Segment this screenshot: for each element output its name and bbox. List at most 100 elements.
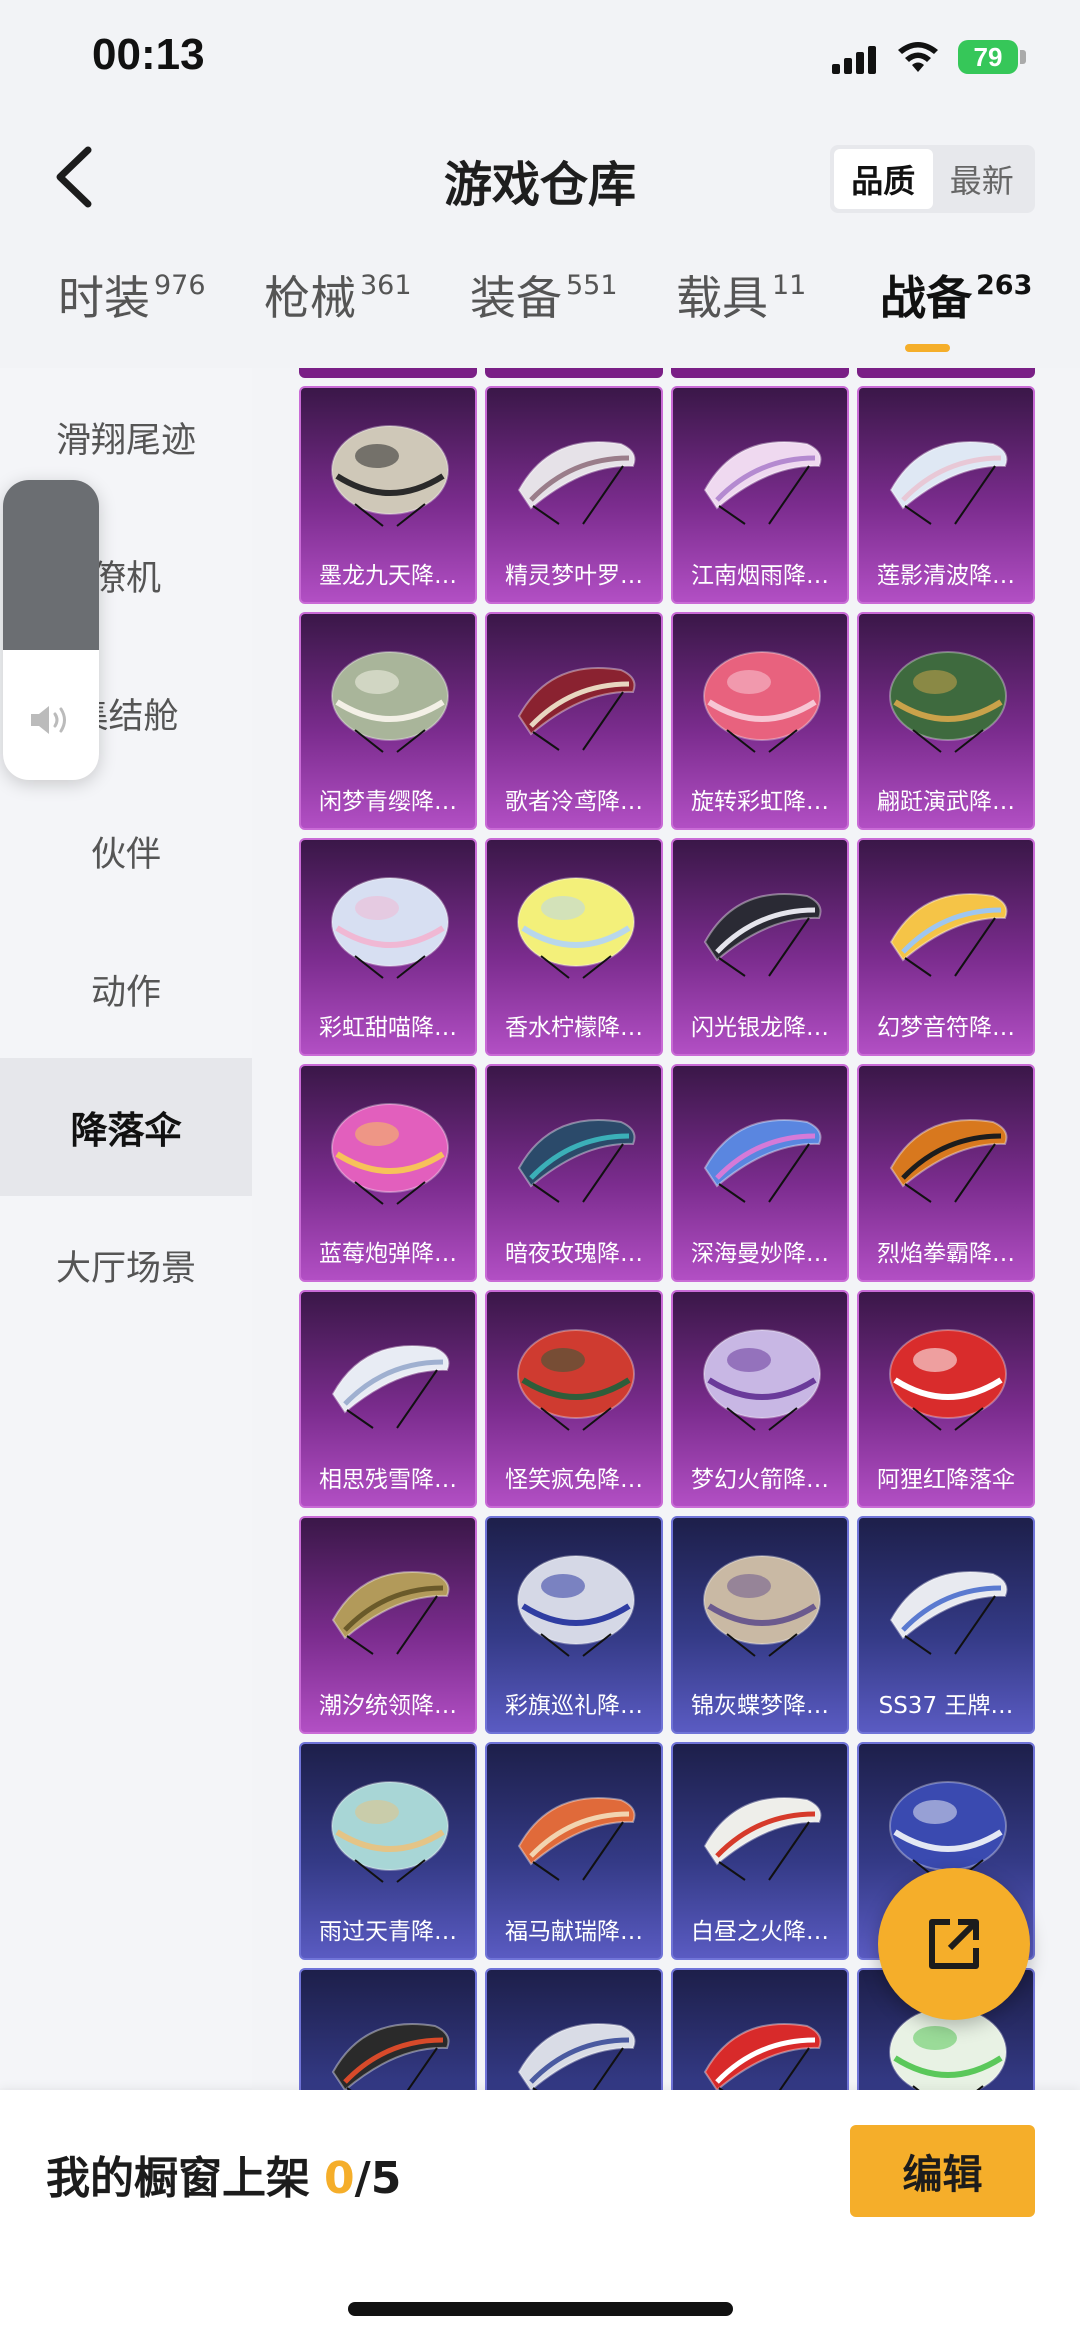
parachute-card[interactable]: SS37 王牌…: [857, 1516, 1035, 1734]
active-tab-indicator: [905, 344, 950, 352]
showcase-total: /5: [354, 2153, 402, 2204]
parachute-card[interactable]: 香水柠檬降…: [485, 838, 663, 1056]
parachute-icon: [331, 877, 449, 979]
parachute-name: 梦幻火箭降…: [691, 1467, 829, 1493]
parachute-icon: [889, 1329, 1007, 1431]
parachute-icon: [703, 1796, 822, 1881]
parachute-name: 深海曼妙降…: [691, 1241, 829, 1267]
parachute-icon: [889, 1118, 1008, 1203]
parachute-card[interactable]: 翩跹演武降…: [857, 612, 1035, 830]
parachute-grid: 墨龙九天降… 精灵梦叶罗… 江南烟雨降… 莲影清波降… 闲梦青缨降… 歌者泠鸢降… 旋转彩虹…: [299, 386, 1043, 2090]
parachute-card[interactable]: 烈焰拳霸降…: [857, 1064, 1035, 1282]
parachute-card[interactable]: 梦幻火箭降…: [671, 1290, 849, 1508]
parachute-name: 烈焰拳霸降…: [877, 1241, 1015, 1267]
battery-level: 79: [958, 40, 1018, 74]
sidebar-item-emote[interactable]: 动作: [0, 920, 252, 1058]
parachute-card[interactable]: 深海曼妙降…: [671, 1064, 849, 1282]
parachute-name: 彩旗巡礼降…: [505, 1693, 643, 1719]
parachute-card[interactable]: 旋转彩虹降…: [671, 612, 849, 830]
tab-count: 361: [360, 270, 412, 301]
parachute-card[interactable]: 怪笑疯兔降…: [485, 1290, 663, 1508]
parachute-icon: [703, 892, 822, 977]
showcase-title: 我的橱窗上架: [46, 2153, 310, 2204]
share-button[interactable]: [878, 1868, 1030, 2020]
sort-newest-button[interactable]: 最新: [933, 149, 1032, 209]
sidebar-item-companion[interactable]: 伙伴: [0, 782, 252, 920]
parachute-name: 潮汐统领降…: [319, 1693, 457, 1719]
parachute-card[interactable]: 江南烟雨降…: [671, 386, 849, 604]
parachute-icon: [517, 2022, 636, 2090]
home-indicator[interactable]: [348, 2302, 733, 2316]
wifi-icon: [898, 42, 938, 72]
parachute-card[interactable]: 蓝莓炮弹降…: [299, 1064, 477, 1282]
parachute-icon: [331, 651, 449, 753]
parachute-name: 白昼之火降…: [691, 1919, 829, 1945]
tab-guns[interactable]: 枪械 361: [264, 262, 412, 328]
edit-button[interactable]: 编辑: [850, 2125, 1035, 2217]
parachute-icon: [331, 425, 449, 527]
parachute-name: 精灵梦叶罗…: [505, 563, 643, 589]
speaker-icon: [31, 706, 66, 734]
sidebar-item-lobby-scene[interactable]: 大厅场景: [0, 1196, 252, 1334]
parachute-card[interactable]: 福马献瑞降…: [485, 1742, 663, 1960]
parachute-icon: [331, 1570, 450, 1655]
parachute-name: 墨龙九天降…: [319, 563, 457, 589]
parachute-card[interactable]: 彩旗巡礼降…: [485, 1516, 663, 1734]
parachute-icon: [517, 1329, 635, 1431]
parachute-icon: [703, 651, 821, 753]
parachute-card[interactable]: 墨龙九天降…: [299, 386, 477, 604]
parachute-card[interactable]: 闪光银龙降…: [671, 838, 849, 1056]
parachute-icon: [703, 1118, 822, 1203]
parachute-name: 雨过天青降…: [319, 1919, 457, 1945]
parachute-card[interactable]: 幻梦音符降…: [857, 838, 1035, 1056]
showcase-label: 我的橱窗上架 0/5: [46, 2142, 401, 2206]
sidebar-item-parachute[interactable]: 降落伞: [0, 1058, 252, 1196]
parachute-card[interactable]: 莲影清波降…: [857, 386, 1035, 604]
tab-vehicles[interactable]: 载具 11: [676, 262, 806, 328]
cellular-signal-icon: [832, 44, 880, 74]
status-time: 00:13: [92, 30, 205, 79]
tab-label: 时装: [58, 271, 150, 325]
parachute-icon: [889, 892, 1008, 977]
parachute-card[interactable]: 锦灰蝶梦降…: [671, 1516, 849, 1734]
tab-combat-gear[interactable]: 战备 263: [880, 262, 1032, 328]
parachute-card[interactable]: 歌者泠鸢降…: [485, 612, 663, 830]
parachute-icon: [331, 2022, 450, 2090]
parachute-name: 相思残雪降…: [319, 1467, 457, 1493]
parachute-name: 幻梦音符降…: [877, 1015, 1015, 1041]
parachute-name: 暗夜玫瑰降…: [505, 1241, 643, 1267]
parachute-card[interactable]: 阿狸红降落伞: [857, 1290, 1035, 1508]
volume-level-fill: [3, 480, 99, 650]
parachute-icon: [517, 877, 635, 979]
tab-equipment[interactable]: 装备 551: [470, 262, 618, 328]
parachute-card[interactable]: 彩虹甜喵降…: [299, 838, 477, 1056]
parachute-card[interactable]: 精灵梦叶罗…: [485, 386, 663, 604]
sort-quality-button[interactable]: 品质: [834, 149, 933, 209]
parachute-card[interactable]: 相思残雪降…: [299, 1290, 477, 1508]
tab-label: 装备: [470, 271, 562, 325]
category-tabs: 时装 976 枪械 361 装备 551 载具 11 战备 263: [0, 262, 1080, 357]
parachute-card[interactable]: [299, 1968, 477, 2090]
partial-card-edge: [671, 368, 849, 378]
parachute-card[interactable]: 闲梦青缨降…: [299, 612, 477, 830]
parachute-card[interactable]: 白昼之火降…: [671, 1742, 849, 1960]
parachute-name: SS37 王牌…: [878, 1693, 1014, 1719]
parachute-icon: [517, 666, 636, 751]
parachute-card[interactable]: 雨过天青降…: [299, 1742, 477, 1960]
tab-label: 载具: [676, 271, 768, 325]
parachute-grid-container[interactable]: 墨龙九天降… 精灵梦叶罗… 江南烟雨降… 莲影清波降… 闲梦青缨降… 歌者泠鸢降… 旋转彩虹…: [252, 368, 1080, 2090]
parachute-card[interactable]: [485, 1968, 663, 2090]
parachute-name: 阿狸红降落伞: [877, 1467, 1015, 1493]
tab-count: 976: [154, 270, 206, 301]
parachute-card[interactable]: 潮汐统领降…: [299, 1516, 477, 1734]
parachute-icon: [889, 1570, 1008, 1655]
parachute-icon: [331, 1344, 450, 1429]
parachute-card[interactable]: [671, 1968, 849, 2090]
sort-toggle[interactable]: 品质 最新: [830, 145, 1035, 213]
battery-tip: [1020, 50, 1026, 64]
parachute-card[interactable]: 暗夜玫瑰降…: [485, 1064, 663, 1282]
tab-fashion[interactable]: 时装 976: [58, 262, 206, 328]
parachute-name: 福马献瑞降…: [505, 1919, 643, 1945]
parachute-name: 香水柠檬降…: [505, 1015, 643, 1041]
showcase-count: 0: [324, 2153, 355, 2204]
